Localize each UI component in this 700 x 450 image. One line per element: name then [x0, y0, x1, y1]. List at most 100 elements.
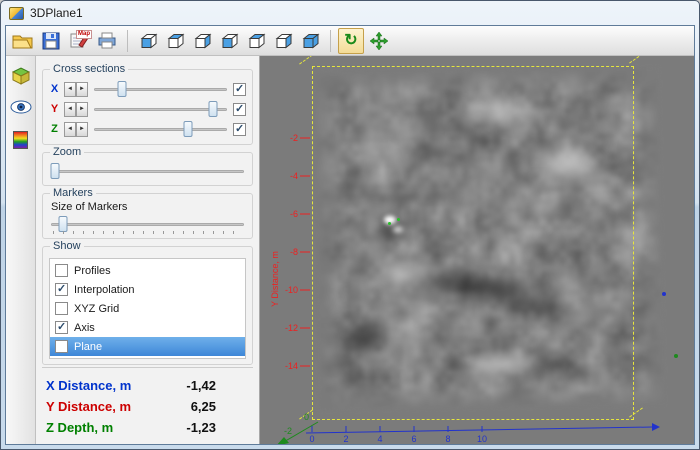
z-section-slider[interactable]	[92, 120, 229, 138]
x-tick-label: 8	[445, 434, 451, 444]
pan-view-button[interactable]	[366, 28, 392, 54]
blue-marker	[662, 292, 666, 296]
view-cube-2-button[interactable]	[162, 28, 188, 54]
open-file-button[interactable]	[10, 28, 36, 54]
spin-left-button[interactable]: ◄	[64, 101, 76, 117]
show-item-axis[interactable]: Axis	[50, 318, 245, 337]
y-section-slider[interactable]	[92, 100, 229, 118]
y-axis-title: Y Distance, m	[270, 251, 280, 307]
app-body: Cross sections X ◄ ► Y	[6, 56, 694, 444]
slider-track[interactable]	[94, 128, 227, 131]
y-distance-readout: Y Distance, m 6,25	[46, 396, 249, 417]
show-item-interpolation[interactable]: Interpolation	[50, 280, 245, 299]
x-tick-label: 10	[476, 434, 488, 444]
axis-checkbox[interactable]	[55, 320, 68, 334]
view-cube-3-button[interactable]	[189, 28, 215, 54]
green-marker	[674, 354, 678, 358]
slider-thumb[interactable]	[183, 121, 193, 137]
floppy-disk-icon	[42, 32, 60, 49]
slider-track[interactable]	[94, 108, 227, 111]
window-content: Map ↻ Cross sections X ◄ ► ✓ Y ◄ ► ✓ Z ◄…	[5, 25, 695, 445]
view-cube-7-button[interactable]	[297, 28, 323, 54]
save-button[interactable]	[38, 28, 64, 54]
x-section-row: X ◄ ►	[49, 79, 246, 99]
cross-sections-group: Cross sections X ◄ ► Y	[42, 63, 253, 145]
map-tag-label: Map	[76, 29, 92, 39]
folder-open-icon	[12, 35, 33, 48]
x-section-checkbox[interactable]	[233, 82, 246, 96]
show-group: Show Profiles Interpolation XYZ Grid	[42, 240, 253, 365]
x-tick-label: 4	[377, 434, 383, 444]
z-tick-label: -2	[284, 426, 293, 436]
green-marker	[397, 218, 400, 221]
x-distance-value: -1,42	[186, 378, 216, 393]
plane-checkbox[interactable]	[55, 340, 68, 353]
main-toolbar: Map ↻	[6, 26, 694, 56]
view-cube-1-button[interactable]	[135, 28, 161, 54]
group-title: Show	[50, 240, 84, 252]
y-distance-value: 6,25	[190, 399, 216, 414]
interpolation-checkbox[interactable]	[55, 282, 68, 296]
slider-thumb[interactable]	[50, 163, 60, 179]
z-section-row: Z ◄ ►	[49, 119, 246, 139]
y-distance-label: Y Distance, m	[46, 399, 132, 414]
profiles-checkbox[interactable]	[55, 264, 68, 277]
show-item-label: XYZ Grid	[74, 302, 120, 315]
printer-icon	[98, 32, 116, 49]
viewport[interactable]: Y Distance, m -2 -4 -6 -8 -10 -12 -14 0 2 4 6 8 10 0-…	[260, 56, 694, 444]
y-tick-label: -2	[289, 133, 298, 143]
z-section-label: Z	[51, 123, 58, 135]
view-cube-5-button[interactable]	[243, 28, 269, 54]
x-distance-label: X Distance, m	[46, 378, 132, 393]
xyz-grid-checkbox[interactable]	[55, 302, 68, 315]
slider-thumb[interactable]	[208, 101, 218, 117]
green-marker	[388, 222, 391, 225]
spin-right-button[interactable]: ►	[76, 81, 88, 97]
show-item-label: Plane	[74, 340, 103, 353]
zoom-group: Zoom	[42, 146, 253, 186]
spin-left-button[interactable]: ◄	[64, 81, 76, 97]
spin-right-button[interactable]: ►	[76, 101, 88, 117]
z-section-checkbox[interactable]	[233, 122, 246, 136]
y-tick-label: -10	[284, 285, 298, 295]
z-depth-value: -1,23	[186, 420, 216, 435]
show-item-profiles[interactable]: Profiles	[50, 261, 245, 280]
show-item-plane[interactable]: Plane	[50, 337, 245, 356]
view-cube-6-button[interactable]	[270, 28, 296, 54]
eye-icon	[10, 100, 31, 114]
slider-thumb[interactable]	[117, 81, 127, 97]
toolbar-separator	[127, 29, 128, 52]
x-distance-readout: X Distance, m -1,42	[46, 375, 249, 396]
slider-track[interactable]	[51, 170, 244, 173]
marker-size-slider[interactable]	[49, 215, 246, 234]
show-list: Profiles Interpolation XYZ Grid Axis	[49, 258, 246, 359]
pan-arrows-icon	[369, 31, 389, 50]
spin-right-button[interactable]: ►	[76, 121, 88, 137]
x-section-slider[interactable]	[92, 80, 229, 98]
y-section-checkbox[interactable]	[233, 102, 246, 116]
z-section-spinner: ◄ ►	[64, 121, 88, 137]
report-button[interactable]: Map	[66, 28, 92, 54]
plane-3d-button[interactable]	[8, 61, 34, 87]
z-depth-label: Z Depth, m	[46, 420, 114, 435]
show-item-xyz-grid[interactable]: XYZ Grid	[50, 299, 245, 318]
zoom-slider[interactable]	[49, 162, 246, 180]
titlebar[interactable]: 3DPlane1	[1, 1, 699, 25]
show-item-label: Interpolation	[74, 283, 135, 296]
view-options-button[interactable]	[8, 94, 34, 120]
y-section-spinner: ◄ ►	[64, 101, 88, 117]
palette-button[interactable]	[8, 127, 34, 153]
side-toolbar	[6, 56, 36, 444]
size-of-markers-label: Size of Markers	[51, 201, 128, 213]
y-tick-label: -4	[289, 171, 298, 181]
slider-track[interactable]	[51, 223, 244, 226]
slider-track[interactable]	[94, 88, 227, 91]
group-title: Zoom	[50, 146, 85, 158]
spin-left-button[interactable]: ◄	[64, 121, 76, 137]
view-cube-4-button[interactable]	[216, 28, 242, 54]
rotate-view-button[interactable]: ↻	[338, 27, 364, 54]
print-button[interactable]	[94, 28, 120, 54]
x-tick-label: 0	[309, 434, 315, 444]
app-icon	[9, 6, 24, 20]
slider-thumb[interactable]	[58, 216, 68, 232]
